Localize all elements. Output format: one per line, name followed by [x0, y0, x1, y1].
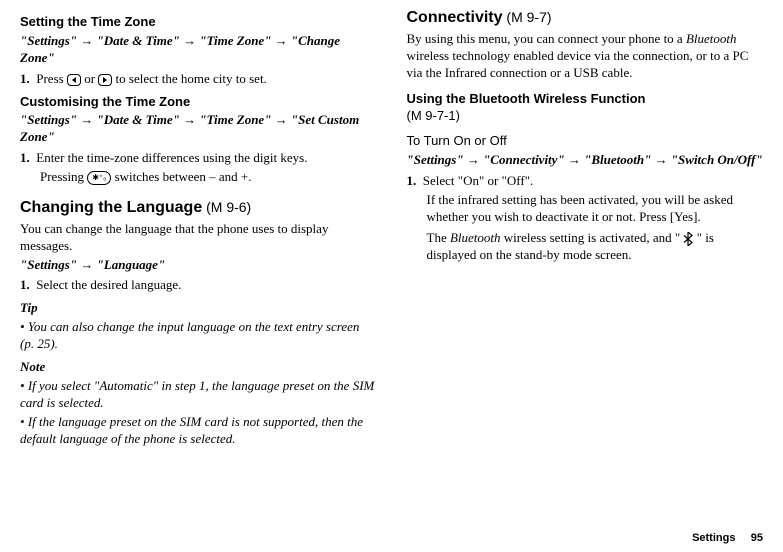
conn-menu-code: (M 9-7) — [503, 9, 552, 25]
right-column: Connectivity (M 9-7) By using this menu,… — [407, 8, 764, 450]
lang-menu-code: (M 9-6) — [202, 199, 251, 215]
btfunc-path: "Settings" → "Connectivity" → "Bluetooth… — [407, 152, 764, 169]
btfunc-body2: The Bluetooth wireless setting is activa… — [427, 230, 764, 264]
lang-heading: Changing the Language — [20, 199, 202, 216]
btfunc-step1: 1. Select "On" or "Off". — [407, 173, 764, 190]
btfunc-menu-code: (M 9-7-1) — [407, 108, 460, 123]
bluetooth-icon — [683, 232, 693, 246]
tip-label: Tip — [20, 300, 377, 317]
footer-page: 95 — [751, 532, 763, 544]
conn-intro: By using this menu, you can connect your… — [407, 31, 764, 82]
lang-step1: 1. Select the desired language. — [20, 277, 377, 294]
note-label: Note — [20, 359, 377, 376]
setting-tz-heading: Setting the Time Zone — [20, 14, 377, 31]
left-nav-key-icon — [67, 74, 81, 86]
custom-tz-path: "Settings" → "Date & Time" → "Time Zone"… — [20, 112, 377, 146]
lang-intro: You can change the language that the pho… — [20, 221, 377, 255]
right-nav-key-icon — [98, 74, 112, 86]
setting-tz-step1: 1. Press or to select the home city to s… — [20, 71, 377, 88]
btfunc-sub: To Turn On or Off — [407, 133, 764, 150]
conn-heading-row: Connectivity (M 9-7) — [407, 8, 764, 29]
page-footer: Settings 95 — [692, 532, 763, 544]
star-key-icon: ✱⁺₀ — [87, 171, 111, 185]
lang-heading-row: Changing the Language (M 9-6) — [20, 198, 377, 219]
custom-tz-heading: Customising the Time Zone — [20, 94, 377, 111]
custom-tz-step1b: Pressing ✱⁺₀ switches between – and +. — [40, 169, 377, 186]
footer-section: Settings — [692, 532, 735, 544]
note-body-1: If you select "Automatic" in step 1, the… — [20, 378, 377, 412]
conn-heading: Connectivity — [407, 9, 503, 26]
tip-body: You can also change the input language o… — [20, 319, 377, 353]
setting-tz-path: "Settings" → "Date & Time" → "Time Zone"… — [20, 33, 377, 67]
lang-path: "Settings" → "Language" — [20, 257, 377, 274]
left-column: Setting the Time Zone "Settings" → "Date… — [20, 8, 377, 450]
custom-tz-step1: 1. Enter the time-zone differences using… — [20, 150, 377, 167]
note-body-2: If the language preset on the SIM card i… — [20, 414, 377, 448]
btfunc-heading: Using the Bluetooth Wireless Function (M… — [407, 91, 764, 125]
btfunc-body1: If the infrared setting has been activat… — [427, 192, 764, 226]
